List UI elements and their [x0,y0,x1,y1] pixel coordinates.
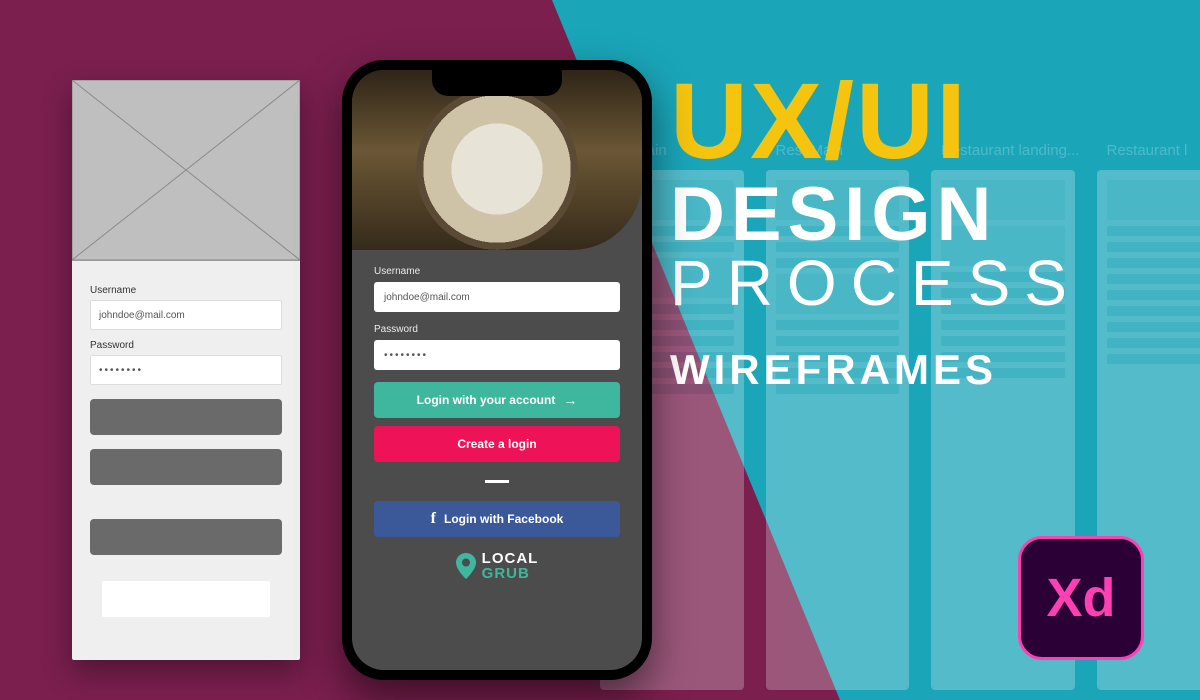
wireframe-button-placeholder[interactable] [90,519,282,555]
thumbnail-stage: est Main Rest Main Restaurant landing...… [0,0,1200,700]
create-login-label: Create a login [457,437,536,451]
wireframe-password-input[interactable]: •••••••• [90,355,282,385]
login-button-label: Login with your account [417,393,556,407]
title-line-4: WIREFRAMES [670,350,1081,390]
hero-food-image [352,70,642,250]
wireframe-form: Username johndoe@mail.com Password •••••… [72,261,300,617]
wireframe-button-placeholder[interactable] [102,581,270,617]
title-line-1: UX/UI [670,70,1081,173]
wireframe-button-placeholder[interactable] [90,449,282,485]
brand-logo: LOCAL GRUB [374,551,620,581]
facebook-icon: f [431,510,436,528]
facebook-login-button[interactable]: f Login with Facebook [374,501,620,537]
adobe-xd-badge: Xd [1018,536,1144,660]
title-line-3: PROCESS [670,253,1081,314]
brand-text: LOCAL GRUB [482,551,539,581]
map-pin-icon [456,553,476,579]
password-label: Password [374,324,620,335]
password-input[interactable]: •••••••• [374,340,620,370]
login-form: Username johndoe@mail.com Password •••••… [352,250,642,581]
wireframe-button-placeholder[interactable] [90,399,282,435]
phone-notch [432,70,562,96]
title-block: UX/UI DESIGN PROCESS WIREFRAMES [670,70,1081,389]
wireframe-password-label: Password [90,340,282,351]
facebook-login-label: Login with Facebook [444,512,563,526]
phone-mockup: Username johndoe@mail.com Password •••••… [342,60,652,680]
wireframe-card: Username johndoe@mail.com Password •••••… [72,80,300,660]
arrow-right-icon: → [563,392,577,408]
create-login-button[interactable]: Create a login [374,426,620,462]
wireframe-username-label: Username [90,285,282,296]
phone-screen: Username johndoe@mail.com Password •••••… [352,70,642,670]
username-input[interactable]: johndoe@mail.com [374,282,620,312]
adobe-xd-label: Xd [1046,567,1115,629]
divider [485,480,509,483]
login-button[interactable]: Login with your account → [374,382,620,418]
wireframe-image-placeholder [72,80,300,261]
username-label: Username [374,266,620,277]
title-line-2: DESIGN [670,179,1081,251]
wireframe-username-input[interactable]: johndoe@mail.com [90,300,282,330]
bg-board-label: Restaurant l [1107,142,1188,159]
